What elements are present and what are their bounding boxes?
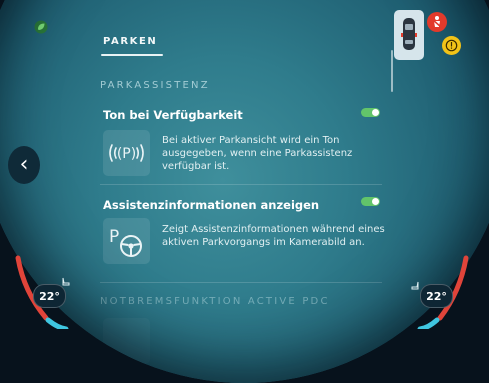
- seatbelt-warning-icon: [427, 12, 447, 32]
- seat-heating-icon[interactable]: [61, 277, 71, 287]
- left-temperature[interactable]: 22°: [33, 284, 66, 308]
- seat-heating-icon[interactable]: [410, 281, 420, 291]
- car-status-widget: [394, 10, 424, 60]
- right-temperature[interactable]: 22°: [420, 284, 453, 308]
- exclamation-warning-icon: [442, 36, 461, 55]
- chevron-left-icon: ‹: [19, 152, 29, 177]
- car-top-view-icon: [401, 18, 417, 50]
- back-button[interactable]: ‹: [8, 146, 40, 184]
